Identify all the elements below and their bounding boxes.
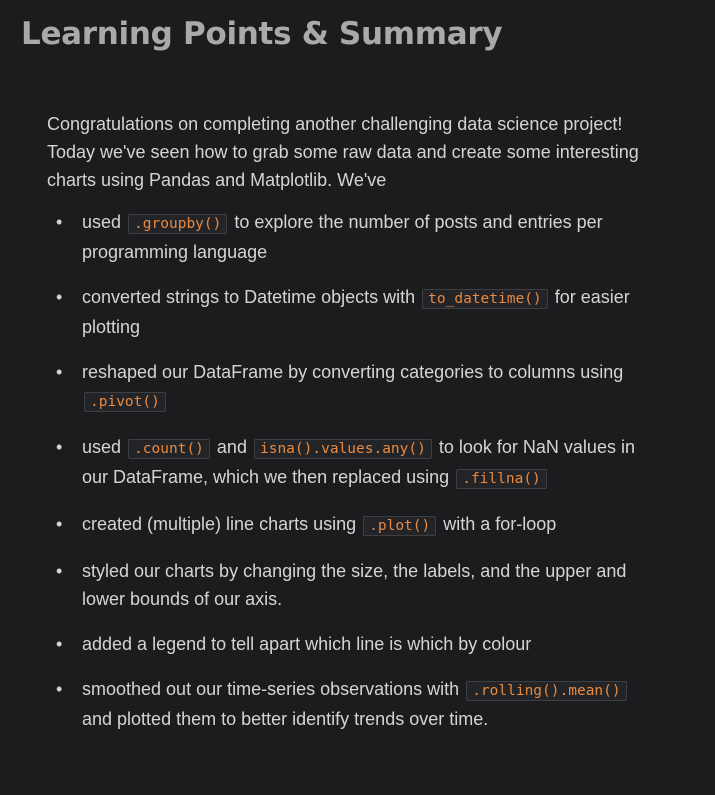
bullet-icon: •	[56, 437, 63, 457]
summary-content: Congratulations on completing another ch…	[47, 110, 662, 750]
list-item: • added a legend to tell apart which line…	[47, 630, 662, 658]
item-text: used	[82, 212, 122, 232]
code-snippet: isna().values.any()	[253, 439, 432, 459]
bullet-icon: •	[56, 634, 63, 654]
code-snippet: .count()	[128, 439, 210, 459]
bullet-icon: •	[56, 212, 63, 232]
list-item: • used .groupby() to explore the number o…	[47, 208, 662, 266]
code-snippet: .pivot()	[84, 392, 166, 412]
bullet-icon: •	[56, 362, 63, 382]
list-item: • used .count() and isna().values.any() t…	[47, 433, 662, 493]
list-item: • styled our charts by changing the size,…	[47, 557, 662, 613]
list-item: • created (multiple) line charts using .p…	[47, 510, 662, 540]
code-snippet: .fillna()	[456, 469, 547, 489]
item-text: added a legend to tell apart which line …	[82, 634, 532, 654]
item-text: reshaped our DataFrame by converting cat…	[82, 362, 624, 382]
bullet-icon: •	[56, 514, 63, 534]
item-text: styled our charts by changing the size, …	[82, 561, 627, 609]
bullet-icon: •	[56, 561, 63, 581]
item-text: and	[216, 437, 247, 457]
bullet-icon: •	[56, 679, 63, 699]
item-text: used	[82, 437, 122, 457]
list-item: • converted strings to Datetime objects w…	[47, 283, 662, 341]
code-snippet: to_datetime()	[422, 289, 548, 309]
item-text: with a for-loop	[443, 514, 557, 534]
intro-paragraph: Congratulations on completing another ch…	[47, 114, 639, 190]
code-snippet: .plot()	[363, 516, 437, 536]
learning-points-list: • used .groupby() to explore the number o…	[47, 208, 662, 733]
item-text: converted strings to Datetime objects wi…	[82, 287, 416, 307]
item-text: and plotted them to better identify tren…	[82, 709, 489, 729]
list-item: • smoothed out our time-series observatio…	[47, 675, 662, 733]
code-snippet: .rolling().mean()	[466, 681, 627, 701]
bullet-icon: •	[56, 287, 63, 307]
list-item: • reshaped our DataFrame by converting ca…	[47, 358, 662, 416]
item-text: smoothed out our time-series observation…	[82, 679, 460, 699]
code-snippet: .groupby()	[128, 214, 228, 234]
page-title: Learning Points & Summary	[21, 16, 503, 52]
item-text: created (multiple) line charts using	[82, 514, 357, 534]
